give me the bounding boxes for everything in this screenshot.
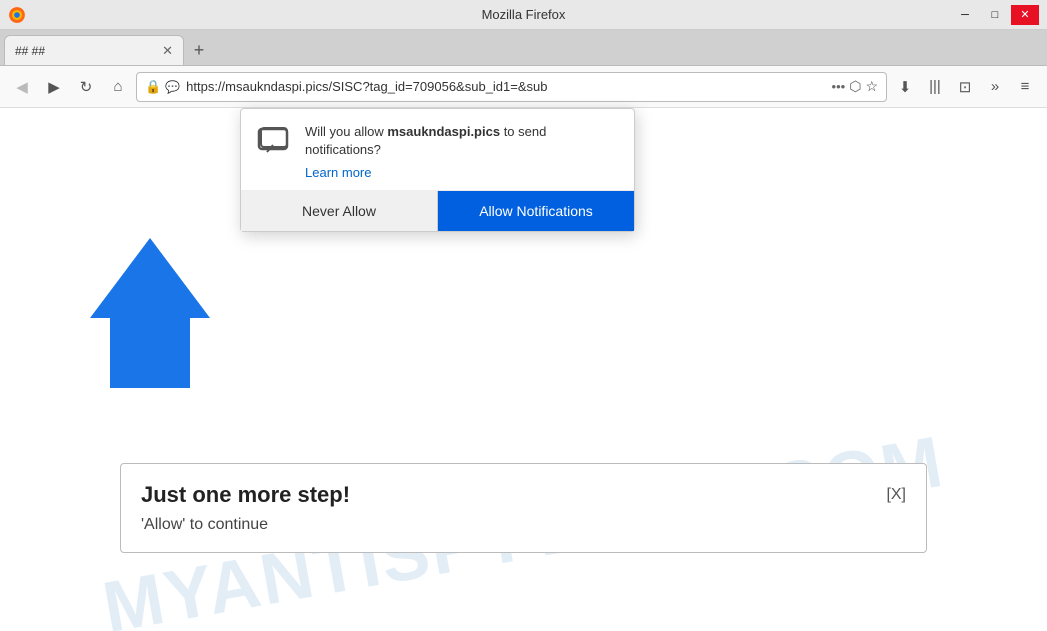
- more-options-icon[interactable]: •••: [832, 79, 846, 94]
- new-tab-button[interactable]: +: [184, 35, 214, 65]
- popup-message-pre: Will you allow: [305, 124, 387, 139]
- menu-button[interactable]: ≡: [1011, 73, 1039, 101]
- step-close-button[interactable]: [X]: [886, 486, 906, 504]
- address-bar-icons: 🔒 💬: [145, 79, 180, 95]
- library-button[interactable]: |||: [921, 73, 949, 101]
- notification-icon: [257, 123, 293, 159]
- popup-message: Will you allow msaukndaspi.pics to send …: [305, 123, 618, 159]
- arrow-body: [110, 318, 190, 388]
- tab-bar: ## ## ✕ +: [0, 30, 1047, 66]
- step-header: Just one more step! [X]: [141, 482, 906, 508]
- title-bar: Mozilla Firefox ─ □ ✕: [0, 0, 1047, 30]
- step-subtitle: 'Allow' to continue: [141, 516, 906, 534]
- popup-site: msaukndaspi.pics: [387, 124, 500, 139]
- back-button[interactable]: ◀: [8, 73, 36, 101]
- allow-notifications-button[interactable]: Allow Notifications: [438, 191, 634, 231]
- minimize-button[interactable]: ─: [951, 5, 979, 25]
- tab-active[interactable]: ## ## ✕: [4, 35, 184, 65]
- synced-button[interactable]: ⊡: [951, 73, 979, 101]
- reload-button[interactable]: ↻: [72, 73, 100, 101]
- step-title: Just one more step!: [141, 482, 886, 508]
- never-allow-button[interactable]: Never Allow: [241, 191, 438, 231]
- secure-icon: 🔒: [145, 79, 161, 95]
- learn-more-link[interactable]: Learn more: [305, 165, 618, 180]
- address-bar[interactable]: 🔒 💬 https://msaukndaspi.pics/SISC?tag_id…: [136, 72, 887, 102]
- downloads-button[interactable]: ⬇: [891, 73, 919, 101]
- camera-icon: 💬: [165, 80, 180, 94]
- window-title: Mozilla Firefox: [482, 7, 566, 22]
- forward-button[interactable]: ▶: [40, 73, 68, 101]
- home-button[interactable]: ⌂: [104, 73, 132, 101]
- step-box: Just one more step! [X] 'Allow' to conti…: [120, 463, 927, 553]
- title-bar-left: [8, 6, 26, 24]
- popup-body: Will you allow msaukndaspi.pics to send …: [241, 109, 634, 190]
- maximize-button[interactable]: □: [981, 5, 1009, 25]
- address-actions: ••• ⬡ ☆: [832, 78, 878, 95]
- pocket-icon[interactable]: ⬡: [849, 78, 861, 95]
- arrow-up: [90, 238, 210, 318]
- popup-text: Will you allow msaukndaspi.pics to send …: [305, 123, 618, 180]
- close-button[interactable]: ✕: [1011, 5, 1039, 25]
- bookmark-icon[interactable]: ☆: [865, 78, 878, 95]
- nav-right-icons: ⬇ ||| ⊡ » ≡: [891, 73, 1039, 101]
- popup-actions: Never Allow Allow Notifications: [241, 190, 634, 231]
- nav-bar: ◀ ▶ ↻ ⌂ 🔒 💬 https://msaukndaspi.pics/SIS…: [0, 66, 1047, 108]
- url-text: https://msaukndaspi.pics/SISC?tag_id=709…: [186, 79, 825, 94]
- arrow-container: [90, 238, 210, 388]
- notification-popup: Will you allow msaukndaspi.pics to send …: [240, 108, 635, 232]
- window-controls: ─ □ ✕: [951, 5, 1039, 25]
- tab-title: ## ##: [15, 44, 45, 58]
- tab-close-button[interactable]: ✕: [162, 43, 173, 59]
- firefox-icon: [8, 6, 26, 24]
- more-tools-button[interactable]: »: [981, 73, 1009, 101]
